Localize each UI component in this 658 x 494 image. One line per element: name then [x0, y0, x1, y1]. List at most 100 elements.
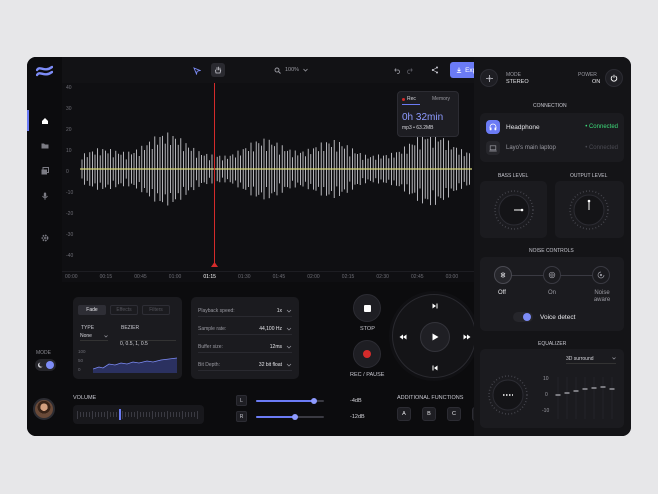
record-button[interactable] — [353, 340, 381, 368]
bass-level-panel — [480, 181, 547, 238]
timeline-tick[interactable]: 00:00 — [65, 274, 78, 280]
timeline-tick[interactable]: 02:15 — [342, 274, 355, 280]
setting-row[interactable]: Bit Depth: 32 bit float — [198, 359, 292, 371]
timeline-tick[interactable]: 01:15 — [203, 274, 216, 280]
undo-button[interactable] — [392, 65, 402, 75]
left-level-knob[interactable] — [310, 398, 317, 404]
timeline-tick[interactable]: 03:00 — [446, 274, 459, 280]
waveform-area[interactable]: 40 30 20 10 0 -10 -20 -30 -40 Rec Memory 0h 32mi… — [62, 83, 474, 282]
previous-track-button[interactable] — [429, 362, 441, 374]
mode-label: MODE — [506, 72, 521, 78]
volume-tick — [80, 412, 81, 417]
y-tick-label: -20 — [66, 211, 74, 217]
stereo-icon — [485, 74, 493, 82]
fade-graph — [93, 357, 177, 373]
fade-graph-tick: 0 — [78, 367, 81, 372]
hand-tool-button[interactable] — [211, 63, 225, 77]
bezier-input[interactable]: 0, 0.5, 1, 0.5 — [120, 332, 176, 347]
noise-aware-button[interactable] — [592, 266, 610, 284]
device-laptop[interactable]: Layo's main laptop • Connected — [486, 140, 618, 156]
sidebar-item-mic[interactable] — [35, 188, 55, 204]
timeline-tick[interactable]: 01:30 — [238, 274, 251, 280]
function-button-a[interactable]: A — [397, 407, 411, 421]
output-knob[interactable] — [568, 189, 610, 231]
volume-tick — [167, 410, 168, 419]
theme-toggle[interactable] — [35, 359, 56, 371]
setting-row[interactable]: Sample rate: 44,100 Hz — [198, 323, 292, 335]
right-level-knob[interactable] — [292, 414, 299, 420]
sidebar-item-library[interactable] — [35, 163, 55, 179]
function-button-c[interactable]: C — [447, 407, 461, 421]
timeline-tick[interactable]: 00:45 — [134, 274, 147, 280]
eq-bands[interactable] — [554, 373, 618, 423]
share-button[interactable] — [430, 65, 440, 75]
noise-on-icon — [548, 271, 556, 279]
volume-slider-panel[interactable] — [73, 405, 204, 424]
volume-tick — [149, 412, 150, 417]
y-tick-label: -30 — [66, 232, 74, 238]
setting-value: 12ms — [269, 343, 282, 350]
timeline-tick[interactable]: 01:45 — [273, 274, 286, 280]
tab-memory[interactable]: Memory — [432, 96, 450, 102]
volume-tick — [134, 412, 135, 417]
play-button[interactable] — [420, 322, 450, 352]
timeline-tick[interactable]: 02:45 — [411, 274, 424, 280]
chevron-down-icon — [286, 309, 292, 312]
timeline-tick[interactable]: 02:00 — [307, 274, 320, 280]
timeline-tick[interactable]: 02:30 — [376, 274, 389, 280]
volume-tick — [98, 412, 99, 417]
function-button-b[interactable]: B — [422, 407, 436, 421]
power-button[interactable] — [605, 69, 623, 87]
noise-aware-icon — [597, 271, 605, 279]
timeline[interactable]: 00:00 00:15 00:45 01:00 01:15 01:30 01:45 02:00… — [62, 271, 474, 281]
next-track-button[interactable] — [429, 300, 441, 312]
sidebar-item-settings[interactable] — [35, 230, 55, 246]
device-headphone[interactable]: Headphone • Connected — [486, 119, 618, 135]
headphone-icon-wrap — [486, 120, 500, 134]
fast-forward-button[interactable] — [461, 331, 473, 343]
library-icon — [41, 167, 49, 175]
fade-tab-filters[interactable]: Filters — [142, 305, 170, 315]
cursor-tool-button[interactable] — [190, 64, 203, 77]
volume-tick — [143, 412, 144, 417]
rewind-icon — [399, 334, 407, 340]
type-select[interactable]: None — [80, 332, 108, 341]
settings-panel: Playback speed: 1x Sample rate: 44,100 Hz Bu… — [191, 297, 299, 379]
channel-right-button[interactable]: R — [236, 411, 247, 422]
bass-knob[interactable] — [493, 189, 535, 231]
noise-on-label: On — [548, 290, 557, 296]
volume-handle[interactable] — [119, 409, 121, 420]
setting-row[interactable]: Playback speed: 1x — [198, 305, 292, 317]
playback-wheel[interactable] — [392, 294, 476, 378]
setting-row[interactable]: Buffer size: 12ms — [198, 341, 292, 353]
recording-info: mp3 • 63.2MB — [402, 125, 434, 131]
chevron-down-icon — [286, 363, 292, 366]
fade-tab-fade[interactable]: Fade — [78, 305, 106, 315]
playhead[interactable] — [214, 83, 215, 266]
voice-detect-toggle[interactable] — [513, 312, 533, 322]
avatar[interactable] — [33, 398, 55, 420]
left-level-slider[interactable] — [256, 398, 324, 404]
redo-button[interactable] — [404, 65, 414, 75]
timeline-tick[interactable]: 01:00 — [169, 274, 182, 280]
channel-left-button[interactable]: L — [236, 395, 247, 406]
timeline-tick[interactable]: 00:15 — [100, 274, 113, 280]
recording-card: Rec Memory 0h 32min mp3 • 63.2MB — [397, 91, 459, 137]
noise-off-button[interactable] — [494, 266, 512, 284]
stop-button[interactable] — [353, 294, 381, 322]
tab-rec[interactable]: Rec — [402, 96, 416, 102]
sidebar-item-home[interactable] — [35, 113, 55, 129]
record-icon — [363, 350, 371, 358]
noise-on-button[interactable] — [543, 266, 561, 284]
zoom-control[interactable]: 100% — [274, 65, 322, 75]
fade-tab-effects[interactable]: Effects — [110, 305, 138, 315]
rewind-button[interactable] — [397, 331, 409, 343]
sidebar-item-folder[interactable] — [35, 138, 55, 154]
right-level-slider[interactable] — [256, 414, 324, 420]
mode-button[interactable] — [480, 69, 498, 87]
eq-knob[interactable] — [487, 374, 529, 416]
setting-value: 32 bit float — [258, 361, 282, 368]
sidebar: MODE — [27, 57, 62, 436]
eq-preset-select[interactable]: 3D surround — [566, 354, 616, 364]
volume-tick — [140, 412, 141, 417]
